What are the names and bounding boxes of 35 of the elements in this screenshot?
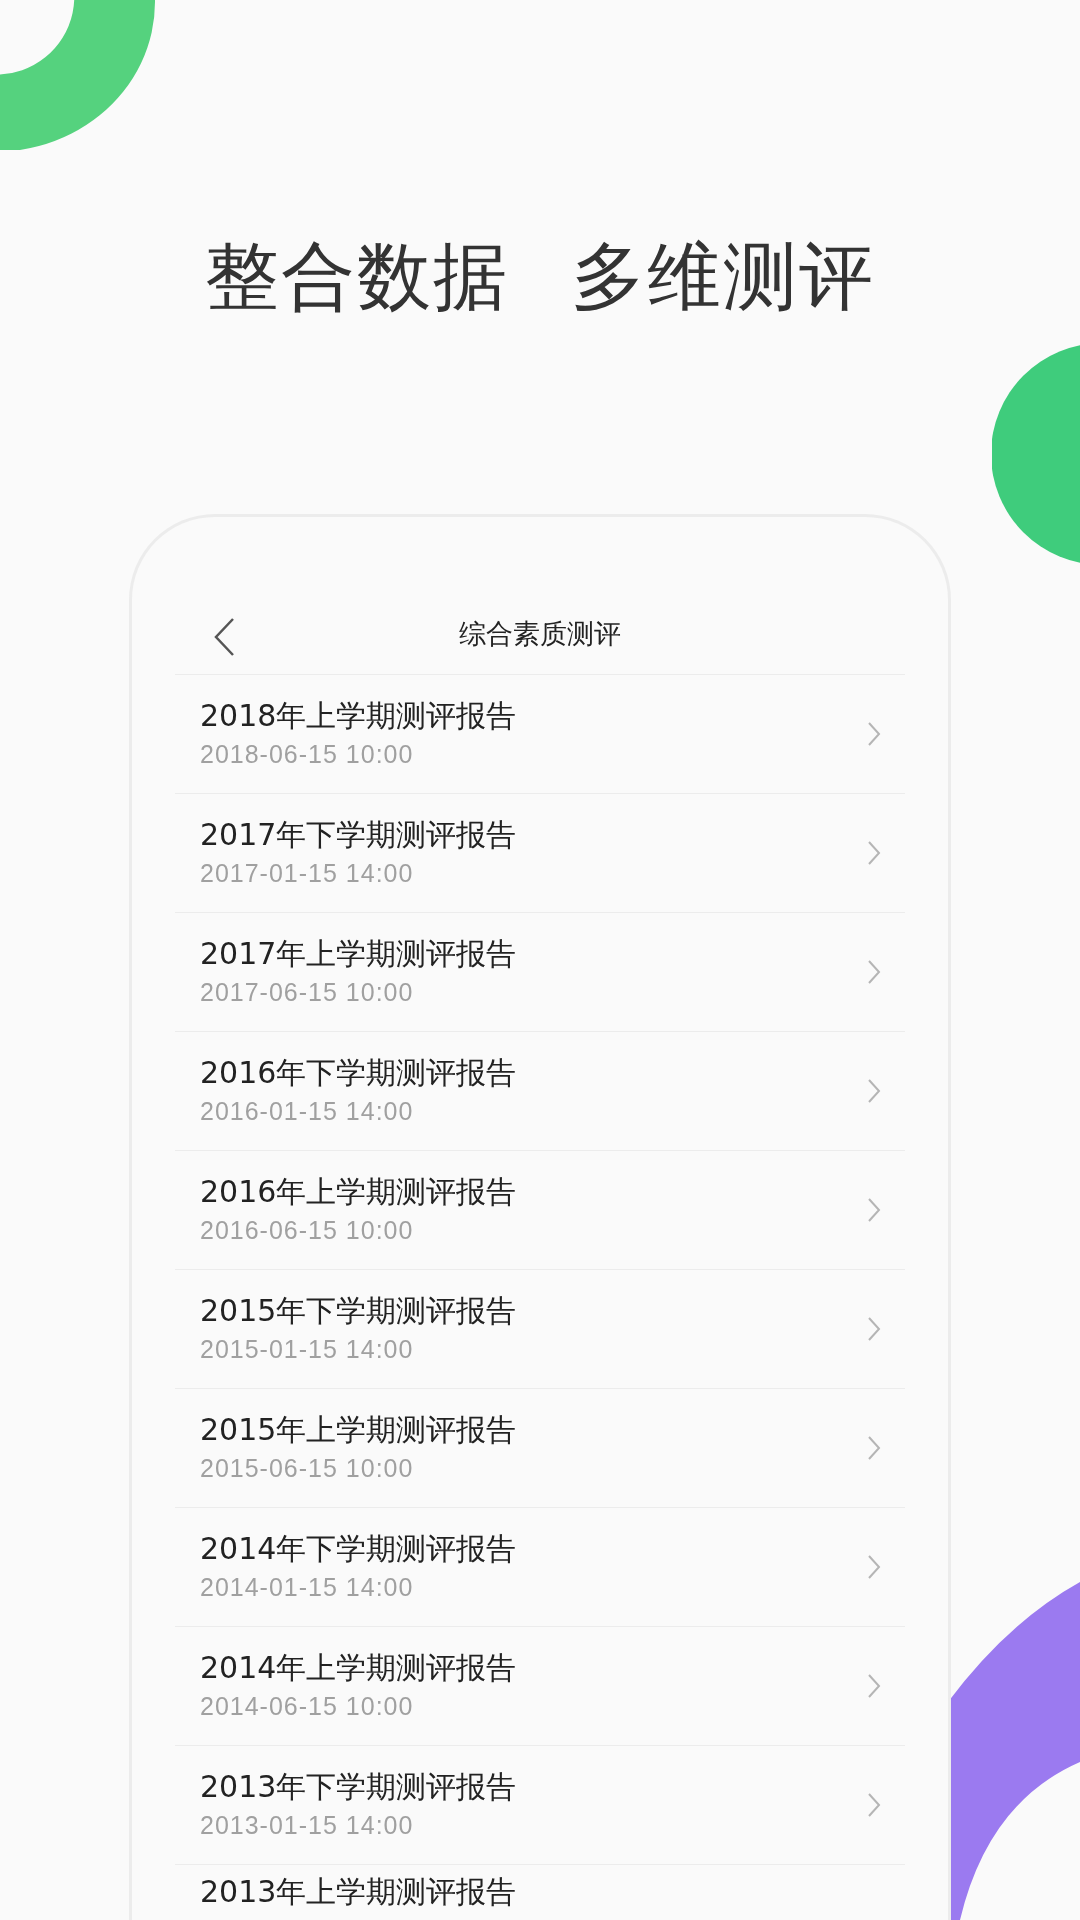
screen-title: 综合素质测评: [459, 617, 621, 651]
report-time: 2015-06-15 10:00: [200, 1453, 414, 1483]
report-time: 2018-06-15 10:00: [200, 739, 414, 769]
chevron-right-icon: [867, 1316, 881, 1342]
report-title: 2015年下学期测评报告: [200, 1294, 517, 1328]
report-time: 2014-01-15 14:00: [200, 1572, 414, 1602]
report-title: 2017年上学期测评报告: [200, 937, 517, 971]
report-time: 2017-01-15 14:00: [200, 858, 414, 888]
chevron-right-icon: [867, 1078, 881, 1104]
report-title: 2016年下学期测评报告: [200, 1056, 517, 1090]
headline: 多维测评: [571, 232, 875, 321]
report-title: 2018年上学期测评报告: [200, 699, 517, 733]
report-time: 2013-01-15 14:00: [200, 1810, 414, 1840]
report-time: 2015-01-15 14:00: [200, 1334, 414, 1364]
report-title: 2015年上学期测评报告: [200, 1413, 517, 1447]
report-title: 2016年上学期测评报告: [200, 1175, 517, 1209]
chevron-right-icon: [867, 721, 881, 747]
chevron-right-icon: [867, 959, 881, 985]
chevron-right-icon: [867, 1673, 881, 1699]
report-title: 2013年上学期测评报告: [200, 1875, 517, 1909]
report-title: 2017年下学期测评报告: [200, 818, 517, 852]
chevron-right-icon: [867, 1792, 881, 1818]
report-time: 2016-01-15 14:00: [200, 1096, 414, 1126]
report-title: 2014年下学期测评报告: [200, 1532, 517, 1566]
report-time: 2016-06-15 10:00: [200, 1215, 414, 1245]
report-title: 2013年下学期测评报告: [200, 1770, 517, 1804]
headline: 整合数据: [205, 232, 509, 321]
report-title: 2014年上学期测评报告: [200, 1651, 517, 1685]
chevron-right-icon: [867, 1554, 881, 1580]
report-time: 2014-06-15 10:00: [200, 1691, 414, 1721]
chevron-right-icon: [867, 840, 881, 866]
chevron-right-icon: [867, 1197, 881, 1223]
report-time: 2017-06-15 10:00: [200, 977, 414, 1007]
chevron-right-icon: [867, 1435, 881, 1461]
back-icon[interactable]: [213, 617, 235, 657]
